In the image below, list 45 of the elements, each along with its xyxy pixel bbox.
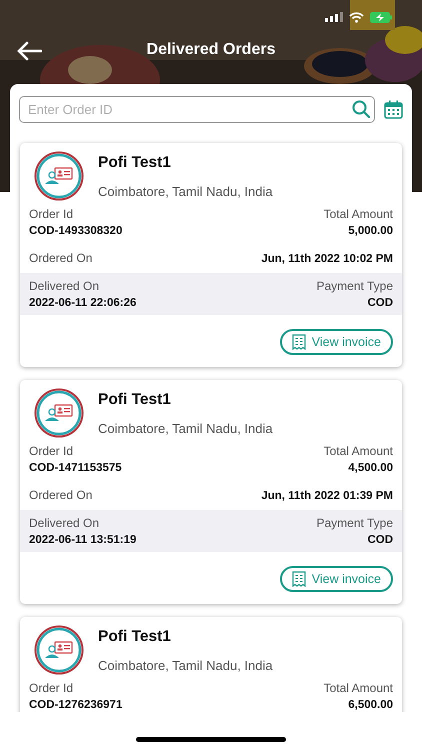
id-card-avatar-icon xyxy=(34,151,84,201)
total-amount: 5,000.00 xyxy=(348,225,393,237)
search-icon[interactable] xyxy=(352,100,370,118)
field-label: Total Amount xyxy=(324,444,393,458)
battery-icon xyxy=(370,12,392,22)
field-label: Ordered On xyxy=(29,488,92,502)
customer-name: Pofi Test1 xyxy=(98,391,172,409)
field-label: Total Amount xyxy=(324,681,393,695)
field-label: Delivered On xyxy=(29,516,100,530)
order-id: COD-1276236971 xyxy=(29,699,122,711)
total-amount: 4,500.00 xyxy=(348,462,393,474)
field-label: Order Id xyxy=(29,681,74,695)
ordered-date: Jun, 11th 2022 01:39 PM xyxy=(261,490,393,502)
field-label: Order Id xyxy=(29,444,74,458)
ordered-date: Jun, 11th 2022 10:02 PM xyxy=(261,253,393,265)
delivered-date: 2022-06-11 13:51:19 xyxy=(29,534,136,546)
wifi-icon xyxy=(349,12,364,22)
payment-type: COD xyxy=(367,297,393,309)
total-amount: 6,500.00 xyxy=(348,699,393,711)
field-label: Payment Type xyxy=(316,279,393,293)
customer-location: Coimbatore, Tamil Nadu, India xyxy=(98,658,273,673)
payment-type: COD xyxy=(367,534,393,546)
signal-icon xyxy=(325,12,343,22)
view-invoice-button[interactable]: View invoice xyxy=(280,566,393,592)
delivered-date: 2022-06-11 22:06:26 xyxy=(29,297,136,309)
field-label: Delivered On xyxy=(29,279,100,293)
order-id: COD-1493308320 xyxy=(29,225,122,237)
calendar-icon[interactable] xyxy=(384,100,403,119)
customer-location: Coimbatore, Tamil Nadu, India xyxy=(98,421,273,436)
field-label: Payment Type xyxy=(316,516,393,530)
field-label: Total Amount xyxy=(324,207,393,221)
receipt-icon xyxy=(292,334,306,350)
back-arrow-icon[interactable] xyxy=(16,41,42,61)
customer-name: Pofi Test1 xyxy=(98,628,172,646)
id-card-avatar-icon xyxy=(34,625,84,675)
page-title: Delivered Orders xyxy=(146,41,276,59)
view-invoice-button[interactable]: View invoice xyxy=(280,329,393,355)
field-label: Ordered On xyxy=(29,251,92,265)
customer-location: Coimbatore, Tamil Nadu, India xyxy=(98,184,273,199)
customer-name: Pofi Test1 xyxy=(98,154,172,172)
id-card-avatar-icon xyxy=(34,388,84,438)
field-label: Order Id xyxy=(29,207,74,221)
order-id: COD-1471153575 xyxy=(29,462,122,474)
receipt-icon xyxy=(292,571,306,587)
order-id-search-field[interactable]: Enter Order ID xyxy=(19,96,375,123)
